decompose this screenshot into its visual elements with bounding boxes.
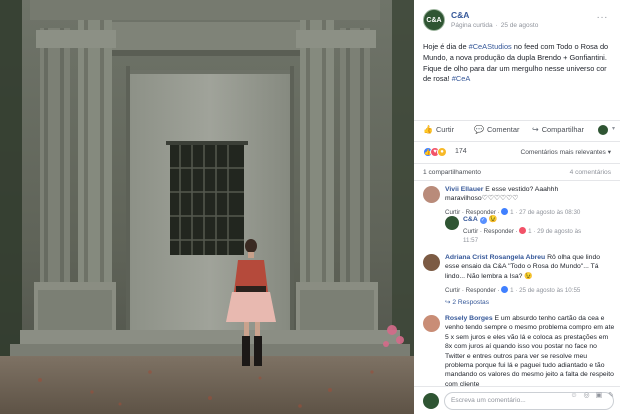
hashtag-cea[interactable]: #CeA: [452, 74, 471, 83]
commenter-avatar[interactable]: [423, 315, 440, 332]
current-user-avatar: [423, 393, 439, 409]
commenter-avatar[interactable]: [445, 216, 459, 230]
comment-composer: Escreva um comentário... ☺ ◎ ▣ ✎: [414, 386, 620, 414]
photo-scene-illustration: [0, 0, 414, 414]
post-actions-bar: 👍 Curtir 💬 Comentar ↪ Compartilhar ▾: [414, 120, 620, 140]
comments-count-link[interactable]: 4 comentários: [570, 169, 611, 176]
commenter-avatar[interactable]: [423, 186, 440, 203]
comment-button[interactable]: 💬 Comentar: [474, 125, 519, 134]
share-button-label: Compartilhar: [541, 125, 585, 134]
commenter-name[interactable]: C&A: [463, 216, 478, 223]
comment-meta: Curtir · Responder · 1 · 29 de agosto às: [463, 227, 581, 235]
commenter-name[interactable]: Rosely Borges: [445, 315, 493, 322]
like-button[interactable]: 👍 Curtir: [423, 125, 454, 134]
comment-text: E um absurdo tenho cartão da cea e venho…: [445, 315, 615, 386]
comment-body: C&A ✓ 😉: [463, 215, 613, 224]
page-avatar-text: C&A: [426, 16, 442, 24]
comment-sort-dropdown[interactable]: Comentários mais relevantes ▾: [520, 148, 611, 156]
comment-date[interactable]: · 29 de agosto às: [532, 228, 581, 235]
page-name-link[interactable]: C&A: [451, 10, 469, 20]
emoji-icon: 😉: [488, 216, 498, 223]
comment-time[interactable]: 11:57: [463, 237, 478, 244]
post-caption: Hoje é dia de #CeAStudios no feed com To…: [423, 42, 615, 85]
caption-text-1: Hoje é dia de: [423, 42, 469, 51]
page-avatar[interactable]: C&A: [423, 9, 445, 31]
reaction-count[interactable]: 174: [455, 148, 467, 155]
speech-bubble-icon: 💬: [474, 125, 484, 134]
comment-date[interactable]: · 25 de agosto às 10:55: [514, 287, 580, 294]
page-liked-label: Página curtida: [451, 22, 493, 29]
wow-reaction-icon: ●: [437, 147, 447, 157]
thumbs-up-icon: 👍: [423, 125, 433, 134]
share-button[interactable]: ↪ Compartilhar: [532, 125, 584, 134]
reaction-icons[interactable]: 👍 ♥ ●: [423, 147, 447, 157]
composer-tools-icon[interactable]: ☺ ◎ ▣ ✎: [570, 391, 616, 399]
post-subtitle: Página curtida · 25 de agosto: [451, 22, 539, 29]
post-photo[interactable]: [0, 0, 414, 414]
like-button-label: Curtir: [435, 125, 455, 134]
commenter-name[interactable]: Adriana Crist Rosangela Abreu: [445, 254, 545, 261]
view-replies-link[interactable]: ↪ 2 Respostas: [445, 298, 489, 306]
chevron-down-icon[interactable]: ▾: [612, 125, 615, 132]
comment-list: Vivii Ellauer E esse vestido? Aaahhh mar…: [414, 180, 620, 386]
comment-body: Adriana Crist Rosangela Abreu Rô olha qu…: [445, 253, 615, 281]
verified-badge-icon: ✓: [479, 217, 487, 224]
more-options-icon[interactable]: ···: [597, 12, 609, 23]
share-arrow-icon: ↪: [532, 125, 539, 134]
hashtag-ceastudios[interactable]: #CeAStudios: [469, 42, 512, 51]
comment-body: Rosely Borges E um absurdo tenho cartão …: [445, 314, 615, 386]
comment-actions[interactable]: Curtir · Responder ·: [463, 228, 518, 235]
shares-count-link[interactable]: 1 compartilhamento: [423, 169, 481, 176]
post-header: C&A C&A Página curtida · 25 de agosto ···: [414, 0, 620, 38]
commenter-name[interactable]: Vivii Ellauer: [445, 186, 483, 193]
commenter-avatar[interactable]: [423, 254, 440, 271]
post-date[interactable]: 25 de agosto: [501, 22, 539, 29]
comment-body: Vivii Ellauer E esse vestido? Aaahhh mar…: [445, 185, 615, 204]
post-sidebar: C&A C&A Página curtida · 25 de agosto ··· …: [414, 0, 620, 414]
comment-button-label: Comentar: [486, 125, 520, 134]
comment-meta: Curtir · Responder · 1 · 25 de agosto às…: [445, 286, 580, 294]
shares-row: 1 compartilhamento 4 comentários: [414, 163, 620, 180]
reactions-bar: 👍 ♥ ● 174 Comentários mais relevantes ▾: [414, 141, 620, 161]
share-as-avatar[interactable]: [598, 125, 608, 135]
comment-actions[interactable]: Curtir · Responder ·: [445, 287, 500, 294]
